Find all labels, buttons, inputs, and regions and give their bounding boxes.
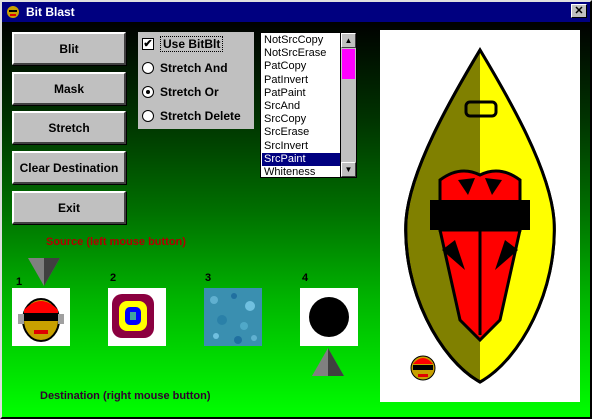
use-bitblt-checkbox[interactable]: ✔ Use BitBlt: [142, 35, 224, 53]
tile-3-noise[interactable]: [204, 288, 262, 346]
target-rings-icon: [112, 294, 154, 338]
client-area: Blit Mask Stretch Clear Destination Exit…: [2, 22, 590, 417]
scroll-down-arrow-icon[interactable]: ▼: [341, 162, 356, 177]
list-item[interactable]: NotSrcErase: [262, 47, 340, 60]
rop-listbox[interactable]: NotSrcCopy NotSrcErase PatCopy PatInvert…: [260, 32, 357, 178]
tile-4-circle[interactable]: [300, 288, 358, 346]
title-bar[interactable]: Bit Blast ✕: [2, 2, 590, 22]
noise-texture-icon: [204, 288, 262, 346]
list-item[interactable]: SrcAnd: [262, 100, 340, 113]
radio-stretch-or[interactable]: Stretch Or: [142, 83, 219, 101]
destination-canvas[interactable]: [380, 30, 580, 402]
tile-number: 1: [16, 276, 23, 288]
close-icon: ✕: [574, 4, 584, 17]
stretch-and-label: Stretch And: [160, 61, 228, 75]
app-icon: [5, 4, 21, 20]
checkbox-box[interactable]: ✔: [142, 38, 154, 50]
destination-pointer-icon: [312, 348, 344, 376]
blit-button[interactable]: Blit: [12, 32, 126, 65]
tile-number: 4: [302, 272, 309, 284]
tile-number: 2: [110, 272, 117, 284]
use-bitblt-label: Use BitBlt: [160, 36, 224, 52]
radio-stretch-and[interactable]: Stretch And: [142, 59, 228, 77]
radio-button[interactable]: [142, 86, 154, 98]
mask-button[interactable]: Mask: [12, 72, 126, 105]
small-face-icon: [408, 352, 438, 382]
scroll-up-arrow-icon[interactable]: ▲: [341, 33, 356, 48]
list-item[interactable]: SrcInvert: [262, 140, 340, 153]
destination-label: Destination (right mouse button): [40, 390, 211, 402]
tile-number: 3: [205, 272, 212, 284]
exit-button[interactable]: Exit: [12, 191, 126, 224]
list-item[interactable]: PatCopy: [262, 60, 340, 73]
tile-2-target[interactable]: [108, 288, 166, 346]
face-icon: [18, 298, 64, 342]
stretch-button[interactable]: Stretch: [12, 111, 126, 144]
clear-destination-button[interactable]: Clear Destination: [12, 151, 126, 184]
list-item-selected[interactable]: SrcPaint: [262, 152, 340, 166]
list-item[interactable]: PatInvert: [262, 74, 340, 87]
list-item[interactable]: Whiteness: [262, 166, 340, 179]
black-circle-icon: [309, 297, 349, 337]
app-window: Bit Blast ✕ Blit Mask Stretch Clear Dest…: [0, 0, 592, 419]
list-item[interactable]: SrcErase: [262, 126, 340, 139]
window-title: Bit Blast: [26, 5, 75, 19]
list-item[interactable]: SrcCopy: [262, 113, 340, 126]
tile-1-face[interactable]: [12, 288, 70, 346]
radio-button[interactable]: [142, 110, 154, 122]
close-button[interactable]: ✕: [571, 4, 587, 18]
stretch-delete-label: Stretch Delete: [160, 109, 241, 123]
radio-button[interactable]: [142, 62, 154, 74]
radio-stretch-delete[interactable]: Stretch Delete: [142, 107, 241, 125]
source-pointer-icon: [28, 258, 60, 286]
rop-list-items: NotSrcCopy NotSrcErase PatCopy PatInvert…: [262, 34, 340, 179]
source-label: Source (left mouse button): [46, 236, 186, 248]
stretch-or-label: Stretch Or: [160, 85, 219, 99]
list-item[interactable]: NotSrcCopy: [262, 34, 340, 47]
scroll-thumb[interactable]: [342, 49, 355, 79]
rocket-image: [404, 47, 556, 384]
options-group: ✔ Use BitBlt Stretch And Stretch Or Stre…: [138, 32, 254, 129]
list-item[interactable]: PatPaint: [262, 87, 340, 100]
list-scrollbar[interactable]: ▲ ▼: [340, 33, 356, 177]
